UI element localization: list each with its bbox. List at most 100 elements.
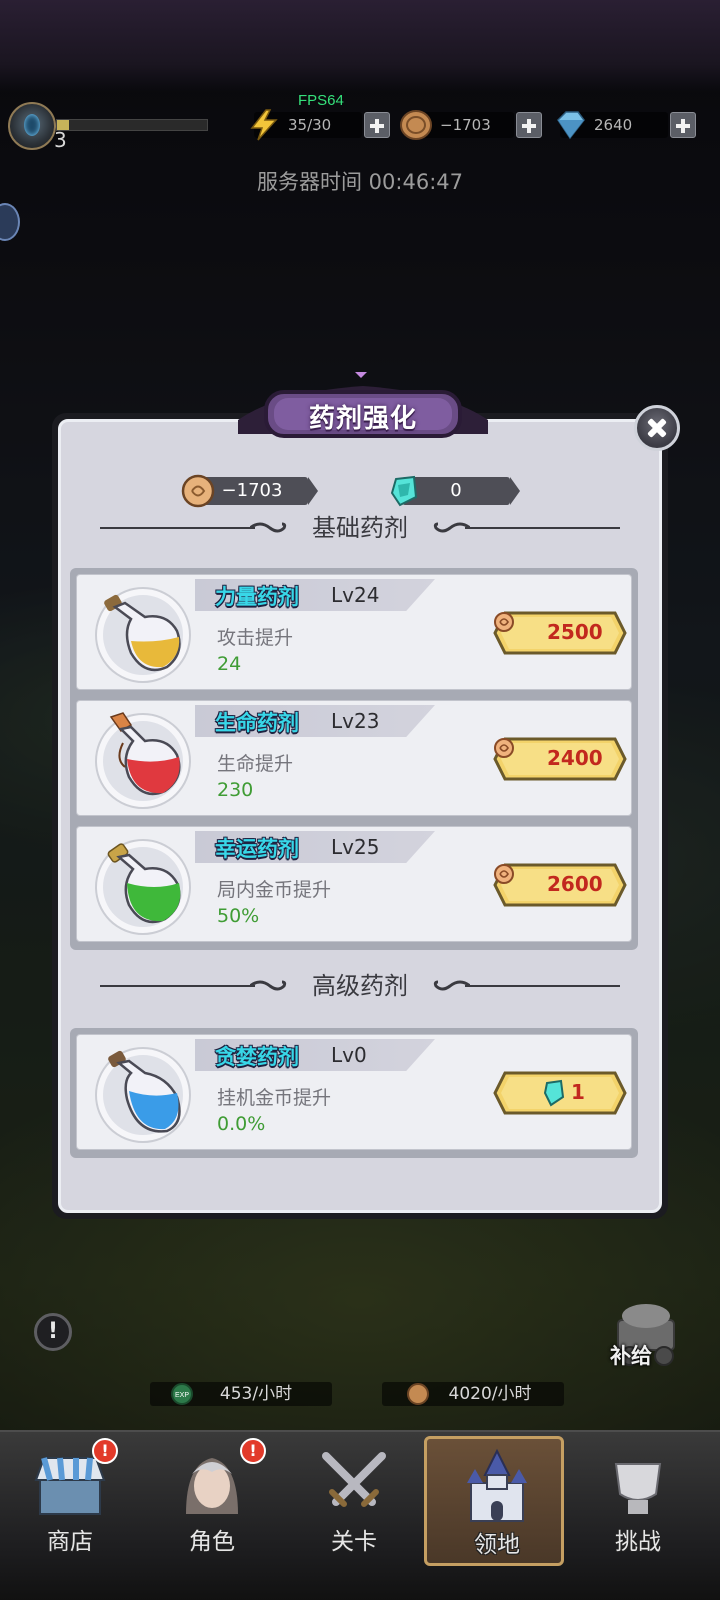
potion-name: 贪婪药剂: [215, 1045, 299, 1069]
nav-shop[interactable]: ! 商店: [0, 1436, 140, 1566]
exp-rate-display: EXP 453/小时: [150, 1382, 332, 1406]
potion-effect-value: 230: [217, 779, 254, 801]
upgrade-health-button[interactable]: 2400: [493, 737, 627, 781]
potion-card-health: 生命药剂 Lv23 生命提升 230 2400: [76, 700, 632, 816]
top-ornament: [0, 0, 720, 92]
crystal-icon: [390, 475, 418, 507]
add-energy-button[interactable]: [364, 112, 390, 138]
potion-name: 力量药剂: [215, 585, 299, 609]
coin-icon: [494, 738, 514, 758]
nav-character-label: 角色: [189, 1529, 235, 1555]
swirl-ornament-icon: [250, 522, 287, 533]
potion-card-strength: 力量药剂 Lv24 攻击提升 24 2500: [76, 574, 632, 690]
upgrade-strength-button[interactable]: 2500: [493, 611, 627, 655]
modal-gem-value: 0: [450, 480, 462, 501]
potion-effect-value: 0.0%: [217, 1113, 266, 1135]
upgrade-price: 2600: [547, 872, 603, 896]
coin-rate-value: 4020/小时: [448, 1384, 532, 1404]
gem-value: 2640: [594, 116, 633, 134]
energy-display: 35/30: [250, 109, 362, 141]
nav-challenge-label: 挑战: [615, 1529, 661, 1555]
nav-character[interactable]: ! 角色: [142, 1436, 282, 1566]
energy-value: 35/30: [288, 116, 332, 134]
diamond-icon: [557, 111, 585, 140]
challenge-trophy-icon: [614, 1463, 662, 1514]
close-button[interactable]: [634, 405, 680, 451]
coin-icon: [494, 864, 514, 884]
fps-counter: FPS64: [298, 92, 344, 109]
advanced-potions-heading: 高级药剂: [100, 968, 620, 1004]
upgrade-luck-button[interactable]: 2600: [493, 863, 627, 907]
add-coins-button[interactable]: [516, 112, 542, 138]
upgrade-greed-button[interactable]: 1: [493, 1071, 627, 1115]
add-gems-button[interactable]: [670, 112, 696, 138]
coin-value: −1703: [440, 116, 491, 134]
potion-level: Lv25: [331, 835, 380, 859]
potion-effect-value: 50%: [217, 905, 260, 927]
divider-left: [100, 985, 255, 987]
potion-liquid: [127, 883, 181, 922]
yellow-potion-icon: [104, 594, 181, 672]
blue-potion-icon: [108, 1050, 181, 1133]
nav-stage-label: 关卡: [331, 1529, 377, 1555]
advanced-potion-list: 贪婪药剂 Lv0 挂机金币提升 0.0% 1: [70, 1028, 638, 1158]
upgrade-price: 2400: [547, 746, 603, 770]
modal-title: 药剂强化: [308, 404, 417, 434]
supply-label[interactable]: 补给: [610, 1340, 652, 1370]
swirl-ornament-icon: [433, 522, 470, 533]
potion-effect-label: 生命提升: [217, 753, 294, 775]
coin-icon: [181, 474, 215, 508]
potion-effect-label: 挂机金币提升: [217, 1087, 332, 1109]
potion-liquid: [129, 1091, 179, 1130]
potion-name: 生命药剂: [215, 711, 299, 735]
modal-coin-value: −1703: [221, 480, 283, 501]
player-level: 3: [54, 128, 67, 152]
nav-territory[interactable]: 领地: [424, 1436, 564, 1566]
modal-gem-balance: 0: [390, 475, 520, 507]
swirl-ornament-icon: [250, 980, 287, 991]
coin-icon: [400, 110, 432, 140]
basic-potions-heading: 基础药剂: [100, 510, 620, 546]
lightning-icon: [250, 109, 278, 141]
player-level-emblem-icon[interactable]: [8, 102, 56, 150]
exp-icon: EXP: [171, 1383, 193, 1405]
divider-left: [100, 527, 255, 529]
coin-rate-display: 4020/小时: [382, 1382, 564, 1406]
exp-rate-value: 453/小时: [219, 1384, 293, 1404]
divider-right: [465, 527, 620, 529]
server-time: 服务器时间 00:46:47: [0, 166, 720, 196]
gem-display: 2640: [557, 111, 668, 140]
basic-potions-title: 基础药剂: [312, 514, 408, 542]
potion-level: Lv0: [331, 1043, 367, 1067]
xp-bar: [56, 119, 208, 131]
potion-card-greed: 贪婪药剂 Lv0 挂机金币提升 0.0% 1: [76, 1034, 632, 1150]
server-time-label: 服务器时间: [256, 170, 362, 194]
nav-shop-label: 商店: [47, 1529, 93, 1555]
coin-display: −1703: [400, 110, 514, 140]
potion-effect-label: 局内金币提升: [217, 879, 332, 901]
modal-coin-balance: −1703: [181, 474, 318, 508]
nav-stage[interactable]: 关卡: [284, 1436, 424, 1566]
svg-text:EXP: EXP: [175, 1392, 189, 1399]
coin-icon: [494, 612, 514, 632]
potion-effect-value: 24: [217, 653, 242, 675]
top-bar: FPS64 3 35/30 −1703 2640: [0, 0, 720, 152]
nav-challenge[interactable]: 挑战: [568, 1436, 708, 1566]
divider-right: [465, 985, 620, 987]
swirl-ornament-icon: [433, 980, 470, 991]
potion-effect-label: 攻击提升: [217, 627, 294, 649]
potion-card-luck: 幸运药剂 Lv25 局内金币提升 50% 2600: [76, 826, 632, 942]
alert-button[interactable]: !: [34, 1313, 72, 1351]
advanced-potions-title: 高级药剂: [312, 972, 408, 1000]
nav-territory-label: 领地: [474, 1532, 520, 1558]
upgrade-price: 1: [571, 1080, 585, 1104]
exclamation-icon: !: [47, 1319, 59, 1344]
crossed-swords-icon: [322, 1452, 386, 1507]
modal-title-banner: 药剂强化: [238, 372, 488, 452]
coin-icon: [407, 1383, 429, 1405]
castle-icon: [467, 1448, 527, 1522]
potion-level: Lv24: [331, 583, 380, 607]
basic-potion-list: 力量药剂 Lv24 攻击提升 24 2500 生命药剂 Lv23 生命提升 23…: [70, 568, 638, 950]
potion-liquid: [127, 757, 180, 794]
nav-shop-alert: !: [92, 1438, 118, 1464]
